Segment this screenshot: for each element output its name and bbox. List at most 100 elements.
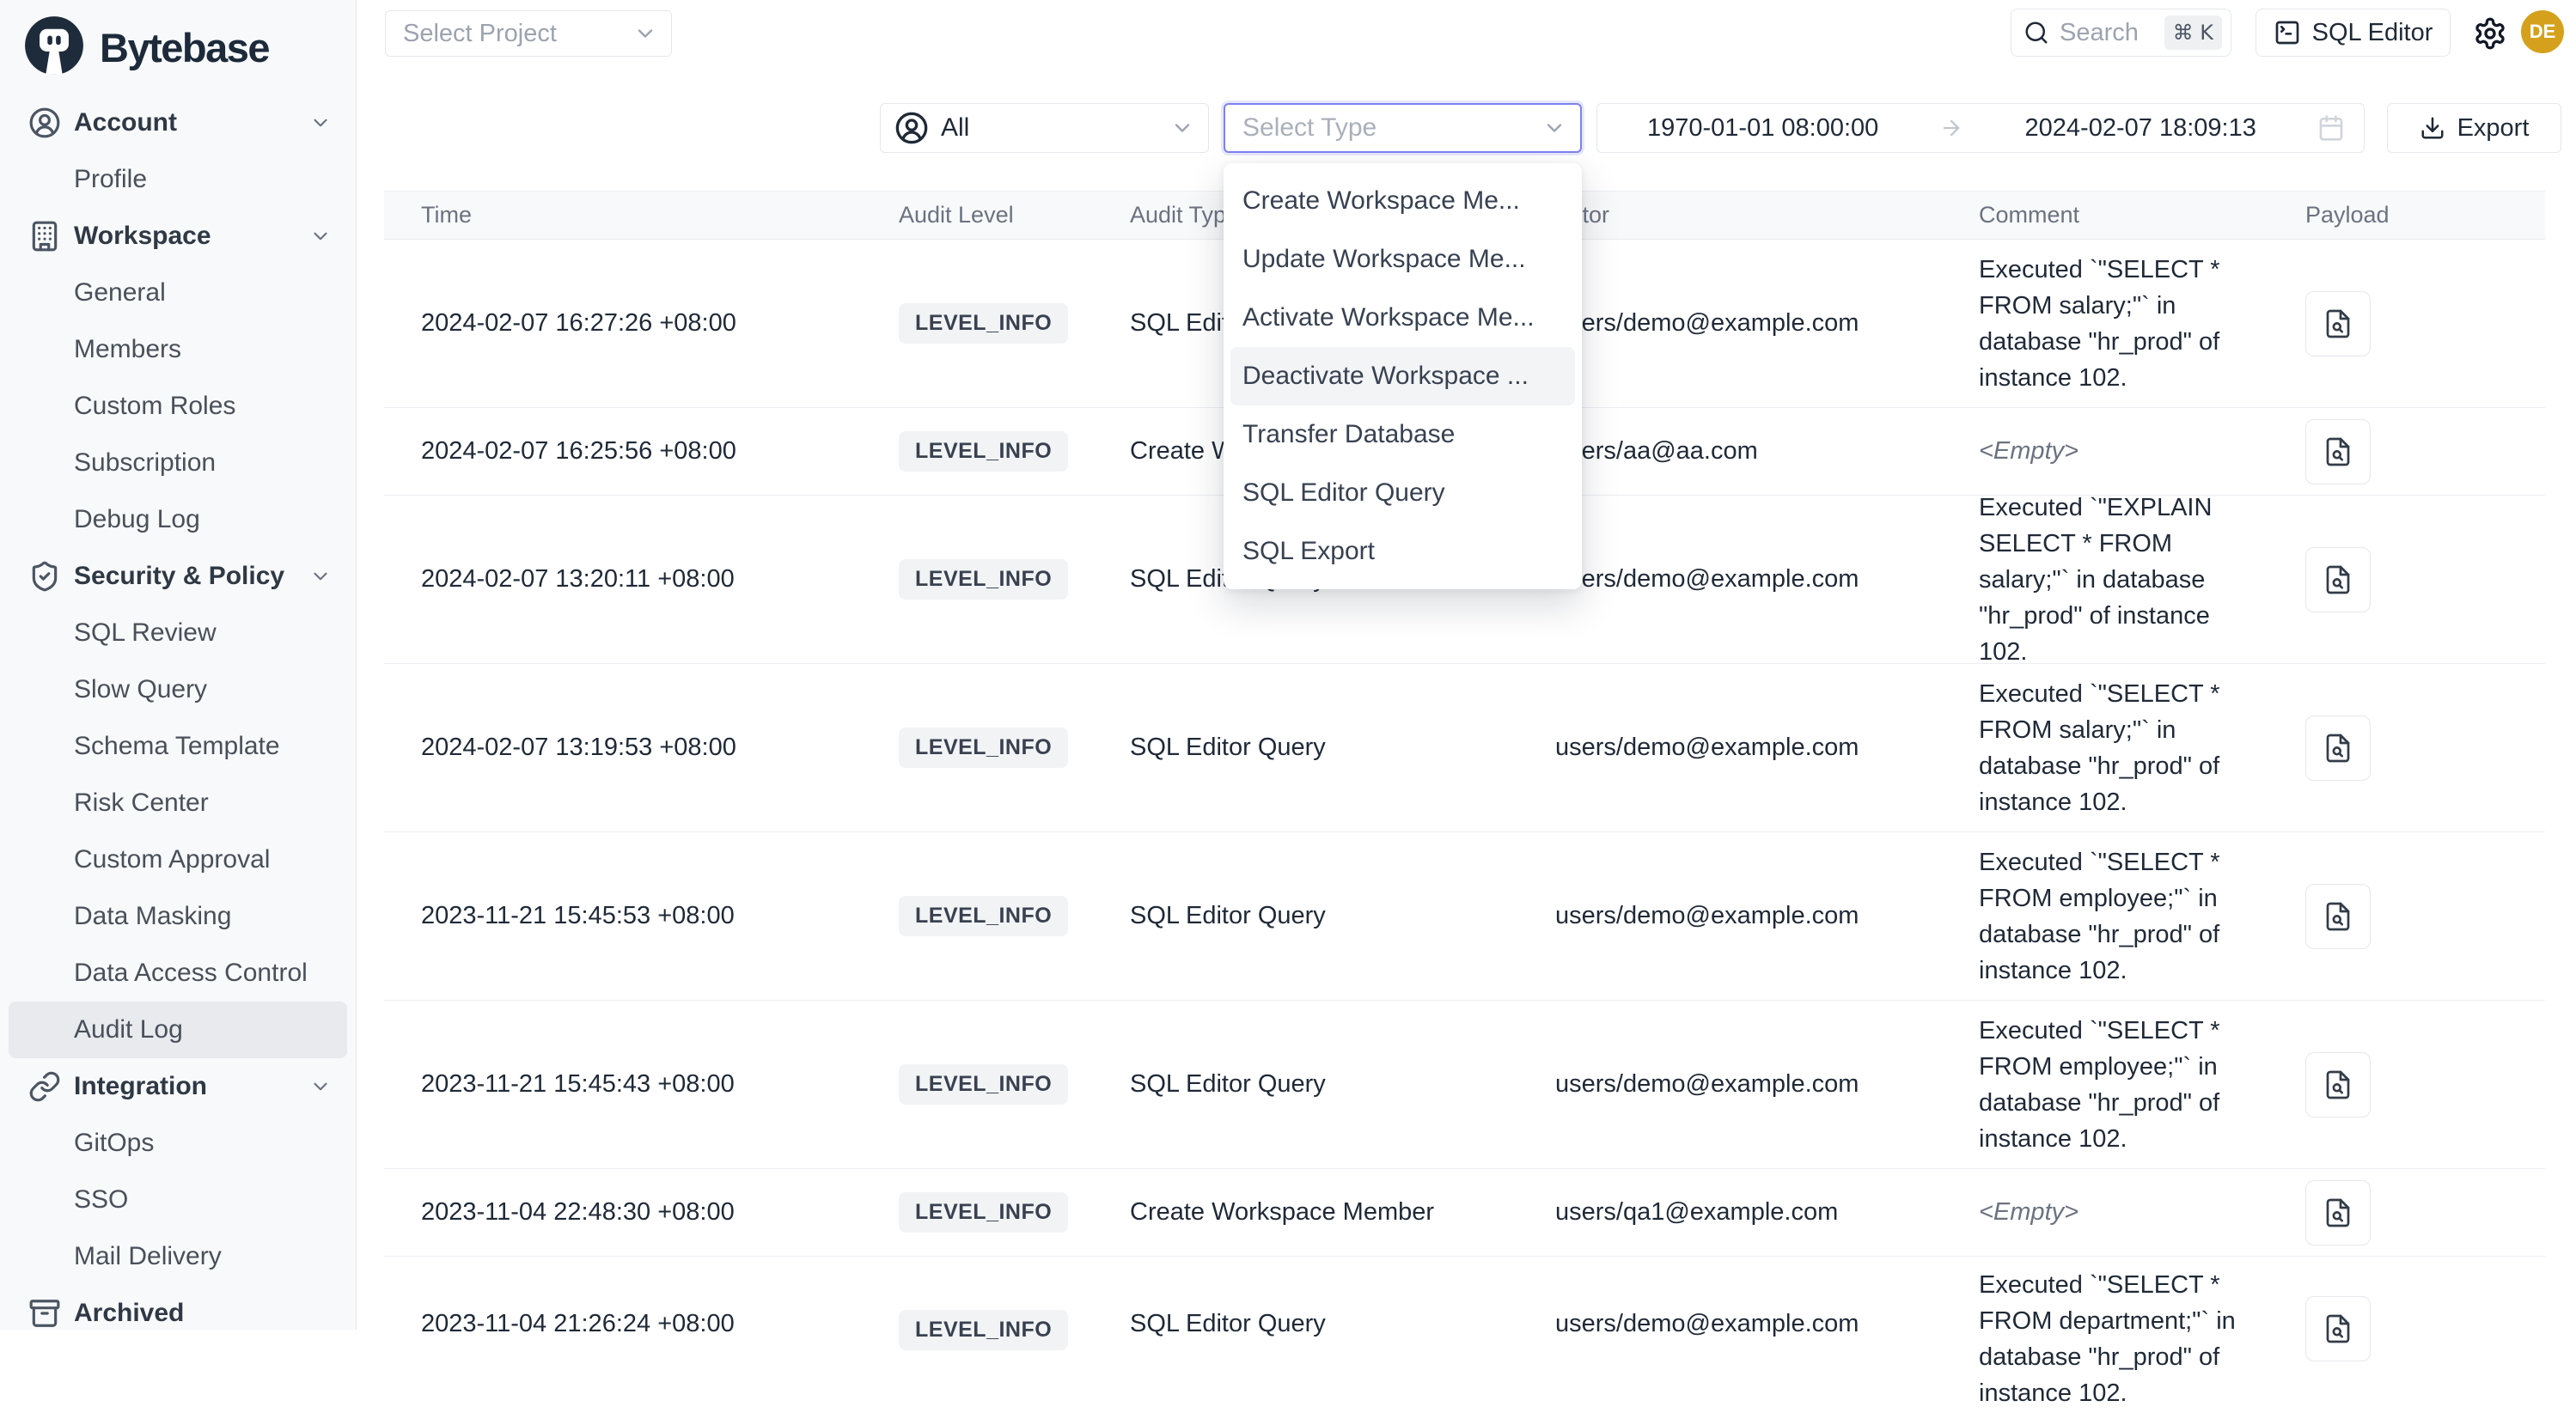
sidebar-item-risk-center[interactable]: Risk Center bbox=[9, 775, 347, 831]
cell-audit-type: SQL Editor Query bbox=[1130, 832, 1555, 1000]
row-time: 2024-02-07 16:27:26 +08:00 bbox=[421, 309, 736, 338]
sql-editor-button[interactable]: SQL Editor bbox=[2256, 9, 2451, 57]
sidebar-item-security-policy[interactable]: Security & Policy bbox=[9, 548, 347, 605]
row-comment: Executed `"EXPLAIN SELECT * FROM salary;… bbox=[1979, 490, 2264, 670]
row-audit-type: SQL Editor Query bbox=[1130, 1310, 1326, 1338]
search-shortcut-badge: ⌘ K bbox=[2164, 15, 2222, 50]
settings-gear-button[interactable] bbox=[2469, 13, 2511, 54]
cell-time: 2024-02-07 16:25:56 +08:00 bbox=[384, 408, 899, 495]
sidebar-item-label: Integration bbox=[74, 1072, 207, 1101]
chevron-down-icon bbox=[309, 225, 332, 247]
sidebar-item-audit-log[interactable]: Audit Log bbox=[9, 1002, 347, 1058]
sidebar-item-label: Workspace bbox=[74, 222, 211, 251]
cell-audit-type: SQL Editor Query bbox=[1130, 664, 1555, 831]
sidebar-item-custom-approval[interactable]: Custom Approval bbox=[9, 831, 347, 888]
payload-view-button[interactable] bbox=[2305, 1052, 2371, 1117]
sidebar-item-custom-roles[interactable]: Custom Roles bbox=[9, 378, 347, 435]
type-filter-select[interactable]: Select Type bbox=[1224, 103, 1582, 153]
type-menu-option-deactivate-workspace[interactable]: Deactivate Workspace ... bbox=[1230, 347, 1575, 405]
cell-audit-level: LEVEL_INFO bbox=[899, 496, 1130, 663]
actor-filter-value: All bbox=[941, 113, 1158, 143]
cell-time: 2024-02-07 16:27:26 +08:00 bbox=[384, 240, 899, 407]
sidebar-item-workspace[interactable]: Workspace bbox=[9, 208, 347, 265]
sidebar-item-general[interactable]: General bbox=[9, 265, 347, 321]
payload-view-button[interactable] bbox=[2305, 547, 2371, 612]
type-menu-option-sql-editor-query[interactable]: SQL Editor Query bbox=[1230, 464, 1575, 522]
type-menu-option-activate-workspace-me[interactable]: Activate Workspace Me... bbox=[1230, 289, 1575, 347]
gear-icon bbox=[2473, 16, 2507, 51]
export-button[interactable]: Export bbox=[2387, 103, 2561, 153]
payload-view-button[interactable] bbox=[2305, 1180, 2371, 1245]
column-header-payload: Payload bbox=[2305, 202, 2545, 228]
sidebar-item-gitops[interactable]: GitOps bbox=[9, 1115, 347, 1172]
sidebar-item-label: Security & Policy bbox=[74, 562, 284, 591]
type-menu-option-update-workspace-me[interactable]: Update Workspace Me... bbox=[1230, 230, 1575, 289]
sidebar-item-schema-template[interactable]: Schema Template bbox=[9, 718, 347, 775]
row-audit-type: SQL Editor Query bbox=[1130, 902, 1326, 930]
export-label: Export bbox=[2457, 114, 2530, 143]
file-search-icon bbox=[2323, 733, 2353, 764]
sidebar-item-profile[interactable]: Profile bbox=[9, 151, 347, 208]
row-comment-empty: <Empty> bbox=[1979, 1198, 2079, 1227]
sidebar-item-data-masking[interactable]: Data Masking bbox=[9, 888, 347, 945]
row-audit-type: Create Workspace Member bbox=[1130, 1198, 1434, 1227]
payload-view-button[interactable] bbox=[2305, 716, 2371, 781]
sidebar-item-data-access-control[interactable]: Data Access Control bbox=[9, 945, 347, 1002]
payload-view-button[interactable] bbox=[2305, 419, 2371, 484]
cell-actor: users/demo@example.com bbox=[1555, 1257, 1979, 1425]
row-actor: users/demo@example.com bbox=[1555, 1310, 1859, 1338]
row-comment: Executed `"SELECT * FROM salary;"` in da… bbox=[1979, 676, 2264, 820]
type-filter-menu: Create Workspace Me...Update Workspace M… bbox=[1224, 163, 1582, 589]
avatar[interactable]: DE bbox=[2521, 10, 2564, 53]
cell-comment: <Empty> bbox=[1979, 408, 2305, 495]
date-from-value[interactable]: 1970-01-01 08:00:00 bbox=[1647, 114, 1878, 143]
select-project-dropdown[interactable]: Select Project bbox=[385, 10, 672, 57]
file-search-icon bbox=[2323, 308, 2353, 339]
type-menu-option-create-workspace-me[interactable]: Create Workspace Me... bbox=[1230, 172, 1575, 230]
app-logo[interactable]: Bytebase bbox=[0, 0, 356, 81]
sidebar-item-sso[interactable]: SSO bbox=[9, 1172, 347, 1228]
sidebar-item-label: Slow Query bbox=[74, 675, 207, 704]
search-input[interactable]: Search ⌘ K bbox=[2011, 9, 2231, 57]
cell-comment: <Empty> bbox=[1979, 1169, 2305, 1256]
sidebar-item-sql-review[interactable]: SQL Review bbox=[9, 605, 347, 661]
date-to-value[interactable]: 2024-02-07 18:09:13 bbox=[2025, 114, 2256, 143]
row-comment: Executed `"SELECT * FROM salary;"` in da… bbox=[1979, 252, 2264, 396]
sidebar-item-mail-delivery[interactable]: Mail Delivery bbox=[9, 1228, 347, 1285]
row-audit-type: SQL Editor Query bbox=[1130, 734, 1326, 762]
row-time: 2023-11-21 15:45:43 +08:00 bbox=[421, 1070, 735, 1099]
sidebar-item-members[interactable]: Members bbox=[9, 321, 347, 378]
payload-view-button[interactable] bbox=[2305, 291, 2371, 356]
cell-audit-level: LEVEL_INFO bbox=[899, 240, 1130, 407]
cell-audit-type: SQL Editor Query bbox=[1130, 1001, 1555, 1168]
type-menu-option-transfer-database[interactable]: Transfer Database bbox=[1230, 405, 1575, 464]
type-filter-placeholder: Select Type bbox=[1242, 113, 1542, 143]
type-menu-option-sql-export[interactable]: SQL Export bbox=[1230, 522, 1575, 581]
sql-editor-label: SQL Editor bbox=[2312, 19, 2433, 47]
link-icon bbox=[28, 1070, 61, 1103]
column-header-audit-level: Audit Level bbox=[899, 202, 1130, 228]
sidebar-item-slow-query[interactable]: Slow Query bbox=[9, 661, 347, 718]
sidebar-item-debug-log[interactable]: Debug Log bbox=[9, 491, 347, 548]
audit-level-badge: LEVEL_INFO bbox=[899, 303, 1068, 344]
sidebar-item-label: Members bbox=[74, 335, 181, 364]
table-row: 2023-11-21 15:45:43 +08:00LEVEL_INFOSQL … bbox=[384, 1001, 2545, 1169]
actor-filter-select[interactable]: All bbox=[880, 103, 1209, 153]
sidebar-item-archived[interactable]: Archived bbox=[9, 1285, 347, 1342]
cell-comment: Executed `"SELECT * FROM salary;"` in da… bbox=[1979, 664, 2305, 831]
sidebar: Bytebase AccountProfile Workspace General M… bbox=[0, 0, 357, 1330]
row-comment: Executed `"SELECT * FROM department;"` i… bbox=[1979, 1267, 2264, 1411]
payload-view-button[interactable] bbox=[2305, 884, 2371, 949]
chevron-down-icon bbox=[309, 565, 332, 588]
bytebase-logo-icon bbox=[22, 14, 86, 82]
audit-level-badge: LEVEL_INFO bbox=[899, 431, 1068, 472]
sidebar-item-subscription[interactable]: Subscription bbox=[9, 435, 347, 491]
sidebar-item-integration[interactable]: Integration bbox=[9, 1058, 347, 1115]
cell-payload bbox=[2305, 1001, 2545, 1168]
chevron-down-icon bbox=[1170, 116, 1194, 140]
date-range-picker[interactable]: 1970-01-01 08:00:00 2024-02-07 18:09:13 bbox=[1596, 103, 2365, 153]
payload-view-button[interactable] bbox=[2305, 1296, 2371, 1361]
file-search-icon bbox=[2323, 901, 2353, 932]
sidebar-item-account[interactable]: Account bbox=[9, 94, 347, 151]
cell-time: 2023-11-21 15:45:53 +08:00 bbox=[384, 832, 899, 1000]
